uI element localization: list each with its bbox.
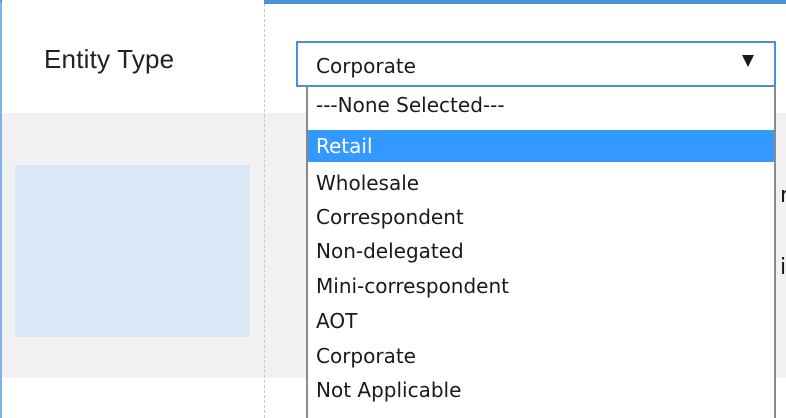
- obscured-text-fragment: r: [780, 183, 786, 208]
- obscured-text-fragment: i: [780, 255, 786, 280]
- option-none-selected[interactable]: ---None Selected---: [308, 89, 774, 121]
- entity-type-selected-value: Corporate: [316, 54, 416, 78]
- entity-type-select[interactable]: Corporate: [296, 41, 776, 87]
- option-non-delegated[interactable]: Non-delegated: [308, 235, 774, 267]
- entity-type-label: Entity Type: [44, 44, 175, 74]
- info-panel: [15, 165, 250, 337]
- column-divider: [264, 4, 265, 418]
- option-retail[interactable]: Retail: [308, 130, 774, 162]
- entity-type-options-list[interactable]: ---None Selected--- Retail Wholesale Cor…: [306, 87, 776, 418]
- option-corporate[interactable]: Corporate: [308, 340, 774, 372]
- option-mini-correspondent[interactable]: Mini-correspondent: [308, 270, 774, 302]
- option-aot[interactable]: AOT: [308, 305, 774, 337]
- option-not-applicable[interactable]: Not Applicable: [308, 374, 774, 406]
- option-wholesale[interactable]: Wholesale: [308, 167, 774, 199]
- option-correspondent[interactable]: Correspondent: [308, 201, 774, 233]
- triangle-down-icon[interactable]: [742, 55, 754, 67]
